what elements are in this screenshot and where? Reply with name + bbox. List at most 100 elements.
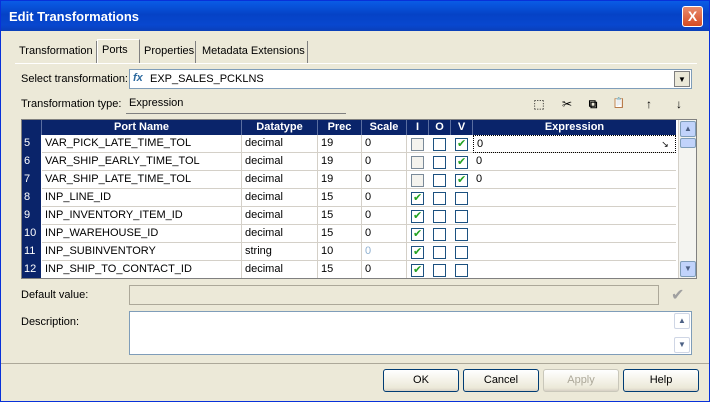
expression-cell[interactable] [473, 207, 676, 225]
cancel-button[interactable]: Cancel [463, 369, 539, 392]
table-row[interactable]: 7VAR_SHIP_LATE_TIME_TOLdecimal1900 [22, 171, 676, 189]
column-expression[interactable]: Expression [473, 120, 676, 135]
scale-cell[interactable]: 0 [362, 153, 407, 171]
title-bar[interactable]: Edit Transformations X [1, 1, 709, 31]
v-checkbox[interactable] [455, 192, 468, 205]
scale-cell[interactable]: 0 [362, 207, 407, 225]
prec-cell[interactable]: 19 [318, 171, 362, 189]
port-name-cell[interactable]: VAR_PICK_LATE_TIME_TOL [42, 135, 242, 153]
scroll-thumb[interactable] [680, 138, 696, 148]
scale-cell[interactable]: 0 [362, 171, 407, 189]
datatype-cell[interactable]: decimal [242, 207, 318, 225]
table-row[interactable]: 9 INP_INVENTORY_ITEM_ID decimal 15 0 [22, 207, 676, 225]
prec-cell[interactable]: 15 [318, 261, 362, 278]
datatype-cell[interactable]: decimal [242, 261, 318, 278]
port-name-cell[interactable]: INP_SHIP_TO_CONTACT_ID [42, 261, 242, 278]
i-checkbox[interactable] [411, 156, 424, 169]
i-checkbox[interactable] [411, 191, 424, 205]
v-checkbox[interactable] [455, 173, 468, 187]
expression-cell[interactable] [473, 261, 676, 278]
table-row[interactable]: 10 INP_WAREHOUSE_ID decimal 15 0 [22, 225, 676, 243]
expression-cell[interactable] [473, 243, 676, 261]
ports-grid[interactable]: Port Name Datatype Prec Scale I O V Expr… [21, 119, 697, 279]
row-number[interactable]: 12 [22, 261, 42, 278]
scale-cell[interactable]: 0 [362, 243, 407, 261]
o-checkbox[interactable] [433, 174, 446, 187]
column-datatype[interactable]: Datatype [242, 120, 318, 135]
tab-transformation[interactable]: Transformation [15, 41, 97, 63]
datatype-cell[interactable]: decimal [242, 135, 318, 153]
expression-cell[interactable]: 0 [473, 153, 676, 171]
expression-cell[interactable]: 0 [473, 171, 676, 189]
expression-cell[interactable]: 0 ↘ [473, 135, 676, 153]
prec-cell[interactable]: 10 [318, 243, 362, 261]
chevron-down-icon[interactable]: ▼ [674, 71, 690, 87]
i-checkbox[interactable] [411, 138, 424, 151]
table-row[interactable]: 6VAR_SHIP_EARLY_TIME_TOLdecimal1900 [22, 153, 676, 171]
row-number[interactable]: 7 [22, 171, 42, 189]
row-number[interactable]: 6 [22, 153, 42, 171]
v-checkbox[interactable] [455, 210, 468, 223]
scale-cell[interactable]: 0 [362, 225, 407, 243]
port-name-cell[interactable]: INP_INVENTORY_ITEM_ID [42, 207, 242, 225]
port-name-cell[interactable]: VAR_SHIP_LATE_TIME_TOL [42, 171, 242, 189]
select-transformation-dropdown[interactable]: fx EXP_SALES_PCKLNS ▼ [129, 69, 692, 89]
prec-cell[interactable]: 15 [318, 225, 362, 243]
row-number[interactable]: 10 [22, 225, 42, 243]
scale-cell[interactable]: 0 [362, 135, 407, 153]
port-name-cell[interactable]: INP_SUBINVENTORY [42, 243, 242, 261]
scroll-up-icon[interactable]: ▲ [674, 313, 690, 329]
tab-metadata-extensions[interactable]: Metadata Extensions [198, 41, 308, 63]
datatype-cell[interactable]: string [242, 243, 318, 261]
open-expression-editor-icon[interactable]: ↘ [658, 138, 672, 151]
scroll-up-icon[interactable]: ▲ [680, 121, 696, 137]
tab-properties[interactable]: Properties [140, 41, 196, 63]
tab-ports[interactable]: Ports [97, 39, 140, 63]
v-checkbox[interactable] [455, 155, 468, 169]
o-checkbox[interactable] [433, 156, 446, 169]
help-button[interactable]: Help [623, 369, 699, 392]
prec-cell[interactable]: 15 [318, 189, 362, 207]
port-name-cell[interactable]: INP_LINE_ID [42, 189, 242, 207]
prec-cell[interactable]: 19 [318, 135, 362, 153]
i-checkbox[interactable] [411, 227, 424, 241]
prec-cell[interactable]: 15 [318, 207, 362, 225]
copy-icon[interactable]: ⧉ [583, 94, 603, 114]
datatype-cell[interactable]: decimal [242, 171, 318, 189]
apply-button[interactable]: Apply [543, 369, 619, 392]
v-checkbox[interactable] [455, 228, 468, 241]
o-checkbox[interactable] [433, 246, 446, 259]
prec-cell[interactable]: 19 [318, 153, 362, 171]
port-name-cell[interactable]: VAR_SHIP_EARLY_TIME_TOL [42, 153, 242, 171]
datatype-cell[interactable]: decimal [242, 189, 318, 207]
row-number[interactable]: 8 [22, 189, 42, 207]
v-checkbox[interactable] [455, 137, 468, 151]
column-port-name[interactable]: Port Name [42, 120, 242, 135]
scroll-down-icon[interactable]: ▼ [680, 261, 696, 277]
scale-cell[interactable]: 0 [362, 189, 407, 207]
scroll-down-icon[interactable]: ▼ [674, 337, 690, 353]
move-up-icon[interactable]: ↑ [639, 94, 659, 114]
grid-vertical-scrollbar[interactable]: ▲ ▼ [678, 120, 696, 278]
column-o[interactable]: O [429, 120, 451, 135]
v-checkbox[interactable] [455, 264, 468, 277]
column-prec[interactable]: Prec [318, 120, 362, 135]
new-port-icon[interactable]: ⬚ [529, 94, 549, 114]
column-scale[interactable]: Scale [362, 120, 407, 135]
v-checkbox[interactable] [455, 246, 468, 259]
table-row[interactable]: 12 INP_SHIP_TO_CONTACT_ID decimal 15 0 [22, 261, 676, 278]
table-row[interactable]: 8 INP_LINE_ID decimal 15 0 [22, 189, 676, 207]
datatype-cell[interactable]: decimal [242, 225, 318, 243]
column-i[interactable]: I [407, 120, 429, 135]
row-number[interactable]: 9 [22, 207, 42, 225]
ok-button[interactable]: OK [383, 369, 459, 392]
cut-icon[interactable]: ✂ [557, 94, 577, 114]
o-checkbox[interactable] [433, 210, 446, 223]
i-checkbox[interactable] [411, 174, 424, 187]
paste-icon[interactable]: 📋 [609, 94, 629, 114]
description-textarea[interactable]: ▲ ▼ [129, 311, 692, 355]
expression-cell[interactable] [473, 189, 676, 207]
o-checkbox[interactable] [433, 264, 446, 277]
row-number[interactable]: 11 [22, 243, 42, 261]
o-checkbox[interactable] [433, 138, 446, 151]
